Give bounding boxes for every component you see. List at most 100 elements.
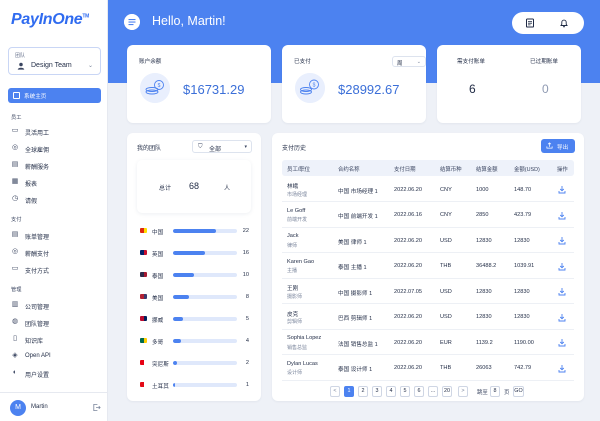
contract-name: 巴西 剪辑师 1	[338, 316, 373, 322]
sidebar-item-open-api[interactable]: ◈ Open API	[11, 351, 101, 361]
sidebar-item-global-hiring[interactable]: ◎ 全球雇佣	[11, 143, 101, 154]
svg-text:$: $	[313, 83, 316, 89]
settlement-amount: 2850	[476, 212, 489, 218]
page-button[interactable]: ...	[428, 386, 438, 397]
page-button[interactable]: 5	[400, 386, 410, 397]
go-button[interactable]: GO	[513, 386, 524, 397]
employee-name: Le Goff	[287, 207, 306, 214]
team-filter-select[interactable]: ⛉ 全部 ▾	[192, 140, 252, 153]
sidebar-item-company[interactable]: ▥ 公司管理	[11, 300, 101, 311]
download-icon[interactable]	[558, 287, 566, 296]
download-icon[interactable]	[558, 313, 566, 322]
sidebar-item-payroll[interactable]: ▤ 薪酬服务	[11, 160, 101, 171]
avatar[interactable]: M	[10, 400, 26, 416]
sidebar-item-user-settings[interactable]: ◐ 用户设置	[11, 368, 101, 379]
sidebar-item-knowledge-base[interactable]: ▯ 知识库	[11, 334, 101, 345]
report-icon: ▦	[11, 178, 19, 185]
page-button[interactable]: 20	[442, 386, 452, 397]
employee-title: 前端开发	[287, 217, 308, 223]
page-button[interactable]: 4	[386, 386, 396, 397]
employee-title: 律师	[287, 242, 298, 249]
download-icon[interactable]	[558, 338, 566, 347]
country-bar-track	[173, 317, 237, 321]
country-count: 2	[245, 359, 249, 366]
sidebar-item-label: 用户设置	[25, 372, 50, 379]
dashboard-icon[interactable]	[124, 14, 140, 30]
page-button[interactable]: 2	[358, 386, 368, 397]
payment-date: 2022.06.20	[394, 186, 422, 193]
page-button[interactable]: 3	[372, 386, 382, 397]
settlement-currency: USD	[440, 314, 452, 320]
download-icon[interactable]	[558, 364, 566, 373]
sidebar-item-bills[interactable]: ▤ 账单管理	[11, 230, 101, 241]
chevron-down-icon: ⌄	[87, 63, 93, 69]
settlement-amount: 12830	[476, 237, 492, 244]
download-icon[interactable]	[558, 236, 566, 245]
employee-name: Dylan Lucas	[287, 360, 318, 367]
contract-name: 法国 销售总监 1	[338, 341, 378, 348]
page-button[interactable]: 1	[344, 386, 354, 397]
sidebar-item-leave[interactable]: ◷ 请假	[11, 194, 101, 205]
team-selector[interactable]: 团队 Design Team ⌄	[8, 47, 101, 75]
page-button[interactable]: 6	[414, 386, 424, 397]
table-row: Dylan Lucas 设计师 泰国 设计师 1 2022.06.20 THB 26063…	[282, 357, 574, 381]
balance-value: $16731.29	[183, 82, 245, 97]
flag-icon	[140, 250, 147, 255]
brand-logo[interactable]: PayInOneTM	[11, 11, 89, 29]
flag-icon	[140, 228, 147, 233]
balance-coins-icon: $	[140, 73, 170, 103]
bills-to-pay-label: 需支付账单	[457, 59, 485, 65]
contract-name: 中国 前端开发 1	[338, 214, 378, 220]
download-icon[interactable]	[558, 185, 566, 194]
country-row: 美国 8	[138, 292, 250, 302]
sidebar-item-salary-payment[interactable]: ◎ 薪酬支付	[11, 247, 101, 258]
bills-to-pay-value[interactable]: 6	[469, 82, 476, 96]
employee-name: Karen Gao	[287, 258, 315, 265]
paid-label: 已支付	[294, 59, 311, 65]
table-header: 员工/职位 合约名称 支付日期 结算币种 结算金额 金额(USD) 操作	[282, 160, 574, 176]
contract-name: 中国 摄影师 1	[338, 290, 373, 297]
usd-amount: 148.70	[514, 186, 532, 193]
flag-icon	[140, 360, 147, 365]
team-total: 总计 68 人	[137, 160, 251, 213]
country-row: 挪威 5	[138, 314, 250, 324]
download-icon[interactable]	[558, 262, 566, 271]
home-icon	[13, 92, 20, 99]
country-name: 中国	[152, 229, 164, 236]
settlement-currency: EUR	[440, 339, 452, 346]
sidebar-item-reports[interactable]: ▦ 报表	[11, 177, 101, 188]
payment-date: 2022.06.20	[394, 263, 422, 269]
building-icon: ▥	[11, 301, 19, 308]
table-row: 皮克 剪辑师 巴西 剪辑师 1 2022.06.20 USD 12830 12830	[282, 306, 574, 330]
sidebar-item-team[interactable]: ◍ 团队管理	[11, 317, 101, 328]
sidebar-item-label: 报表	[25, 181, 38, 188]
briefcase-icon: ▭	[11, 127, 19, 134]
sidebar-item-payment-methods[interactable]: ▭ 支付方式	[11, 264, 101, 275]
usd-amount: 12830	[514, 237, 530, 244]
bills-overdue-value[interactable]: 0	[542, 82, 549, 96]
flag-icon	[140, 382, 147, 387]
settlement-currency: THB	[440, 365, 452, 371]
settlement-currency: CNY	[440, 212, 452, 218]
table-row: Sophia Lopez 销售总监 法国 销售总监 1 2022.06.20 EUR 11…	[282, 331, 574, 355]
table-row: Jack 律师 美国 律师 1 2022.06.20 USD 12830 12830	[282, 229, 574, 253]
bell-icon[interactable]	[559, 18, 569, 28]
country-count: 16	[242, 249, 249, 256]
download-icon[interactable]	[558, 211, 566, 220]
sidebar-item-flexible-work[interactable]: ▭ 灵活用工	[11, 126, 101, 137]
period-select[interactable]: 周 ⌄	[392, 56, 426, 67]
prev-page-button[interactable]: <	[330, 386, 340, 397]
country-bar-fill	[173, 273, 195, 277]
document-icon[interactable]	[525, 18, 535, 28]
jump-input[interactable]: 8	[490, 386, 500, 397]
sidebar-item-home[interactable]: 系统主页	[8, 88, 101, 103]
logout-icon[interactable]	[92, 403, 101, 412]
settlement-currency: USD	[440, 237, 452, 244]
export-button[interactable]: 导出	[541, 139, 575, 153]
next-page-button[interactable]: >	[458, 386, 468, 397]
table-row: 林峨 市场经理 中国 市场经理 1 2022.06.20 CNY 1000 148.70	[282, 178, 574, 202]
team-total-value: 68	[189, 181, 200, 191]
sidebar-item-label: 支付方式	[25, 268, 50, 275]
sidebar-item-label: 团队管理	[25, 321, 50, 328]
header-actions	[512, 12, 584, 34]
